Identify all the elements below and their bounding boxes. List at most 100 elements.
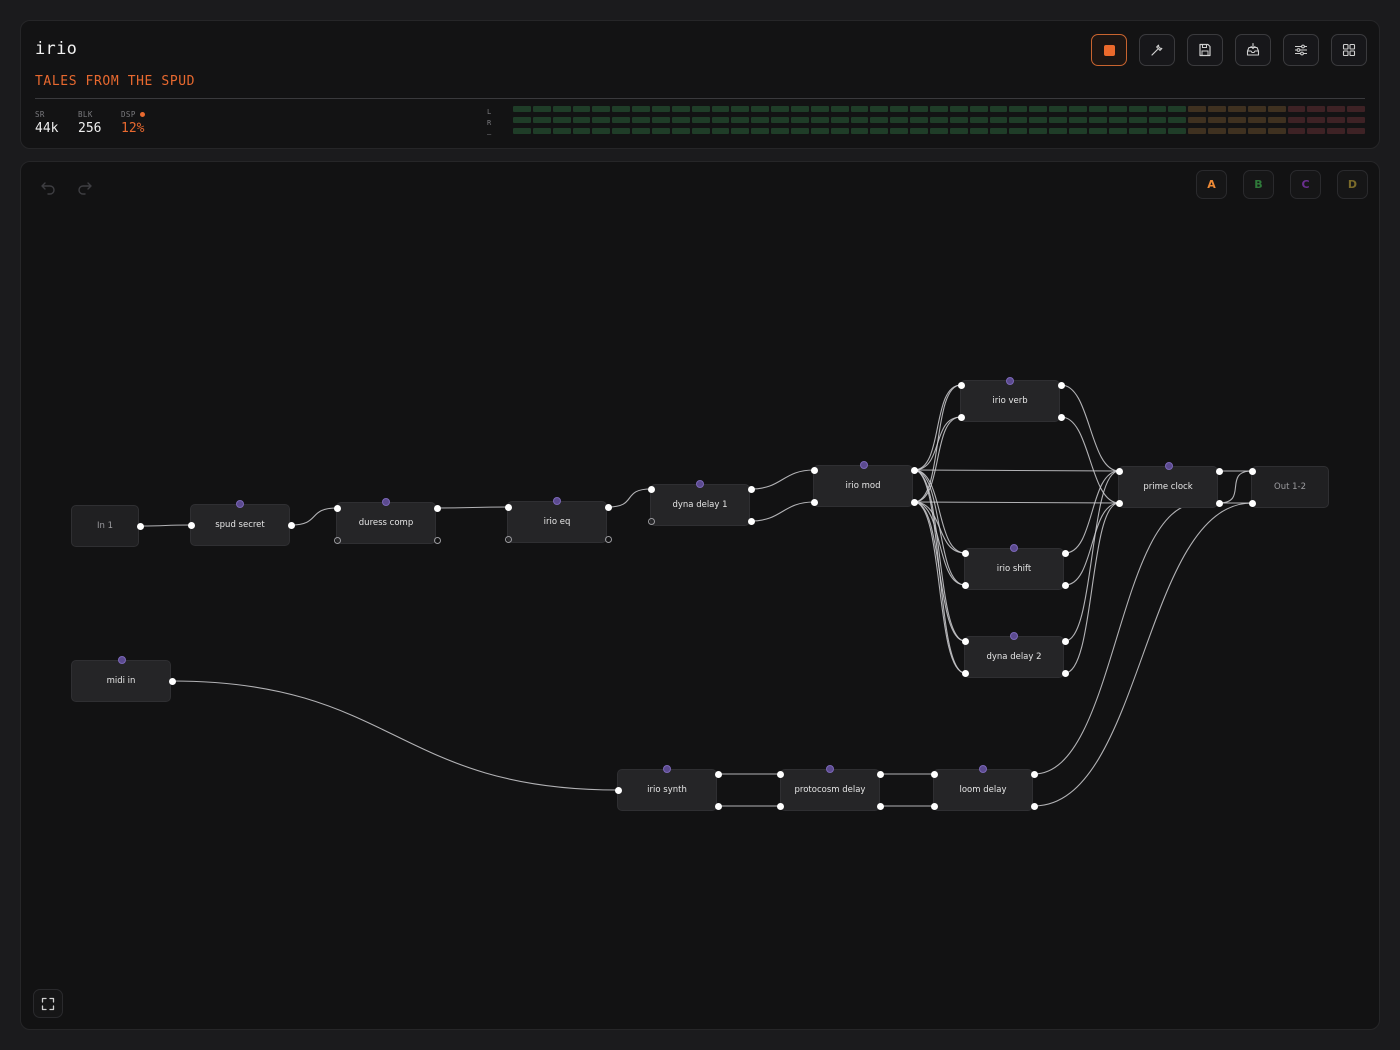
node-port[interactable] xyxy=(1061,637,1069,645)
node-port[interactable] xyxy=(876,770,884,778)
patch-cable[interactable] xyxy=(1064,502,1120,674)
patch-cable[interactable] xyxy=(913,501,1120,504)
undo-button[interactable] xyxy=(37,176,59,198)
node-port[interactable] xyxy=(776,770,784,778)
node-port[interactable] xyxy=(647,485,655,493)
modulation-port[interactable] xyxy=(1010,544,1018,552)
project-title[interactable]: TALES FROM THE SPUD xyxy=(35,74,195,89)
modulation-port[interactable] xyxy=(696,480,704,488)
node-in-1[interactable]: In 1 xyxy=(71,505,139,547)
node-port[interactable] xyxy=(930,770,938,778)
modulation-port[interactable] xyxy=(979,765,987,773)
scene-c-button[interactable]: C xyxy=(1290,170,1321,199)
node-port[interactable] xyxy=(1215,467,1223,475)
scene-b-button[interactable]: B xyxy=(1243,170,1274,199)
modulation-port[interactable] xyxy=(663,765,671,773)
patch-cable[interactable] xyxy=(1033,502,1253,807)
scene-a-button[interactable]: A xyxy=(1196,170,1227,199)
patch-cable[interactable] xyxy=(913,469,1120,472)
patch-cable[interactable] xyxy=(1064,470,1120,554)
modulation-port[interactable] xyxy=(236,500,244,508)
node-spud-secret[interactable]: spud secret xyxy=(190,504,290,546)
node-port[interactable] xyxy=(910,466,918,474)
patch-cable[interactable] xyxy=(436,506,509,509)
node-port[interactable] xyxy=(1115,499,1123,507)
save-button[interactable] xyxy=(1187,34,1223,66)
node-port[interactable] xyxy=(136,522,144,530)
node-port[interactable] xyxy=(747,485,755,493)
modulation-port[interactable] xyxy=(553,497,561,505)
patch-cable[interactable] xyxy=(1060,384,1120,472)
node-port[interactable] xyxy=(1057,381,1065,389)
node-port[interactable] xyxy=(1248,499,1256,507)
node-port[interactable] xyxy=(604,503,612,511)
fullscreen-button[interactable] xyxy=(33,989,63,1018)
node-port[interactable] xyxy=(957,413,965,421)
modulation-port[interactable] xyxy=(1165,462,1173,470)
patch-cable[interactable] xyxy=(1064,502,1120,586)
patch-cable[interactable] xyxy=(171,680,619,791)
node-prime-clock[interactable]: prime clock xyxy=(1118,466,1218,508)
stop-button[interactable] xyxy=(1091,34,1127,66)
node-port[interactable] xyxy=(1030,770,1038,778)
node-port[interactable] xyxy=(1061,549,1069,557)
patch-cable[interactable] xyxy=(913,469,966,642)
patch-cable[interactable] xyxy=(1060,416,1120,504)
node-port[interactable] xyxy=(961,637,969,645)
node-irio-shift[interactable]: irio shift xyxy=(964,548,1064,590)
modulation-port[interactable] xyxy=(860,461,868,469)
node-port[interactable] xyxy=(1215,499,1223,507)
wrench-button[interactable] xyxy=(1139,34,1175,66)
patch-cable[interactable] xyxy=(750,469,815,490)
node-irio-synth[interactable]: irio synth xyxy=(617,769,717,811)
node-irio-verb[interactable]: irio verb xyxy=(960,380,1060,422)
node-port-empty[interactable] xyxy=(333,536,341,544)
patch-cable[interactable] xyxy=(913,501,966,642)
node-port[interactable] xyxy=(810,466,818,474)
node-port[interactable] xyxy=(876,802,884,810)
node-dyna-delay-1[interactable]: dyna delay 1 xyxy=(650,484,750,526)
node-port[interactable] xyxy=(747,517,755,525)
node-port[interactable] xyxy=(930,802,938,810)
node-port[interactable] xyxy=(1057,413,1065,421)
node-port[interactable] xyxy=(714,802,722,810)
modulation-port[interactable] xyxy=(118,656,126,664)
modulation-port[interactable] xyxy=(1010,632,1018,640)
scene-d-button[interactable]: D xyxy=(1337,170,1368,199)
node-port[interactable] xyxy=(961,581,969,589)
node-port[interactable] xyxy=(1115,467,1123,475)
node-midi-in[interactable]: midi in xyxy=(71,660,171,702)
patch-cable[interactable] xyxy=(607,488,652,508)
node-protocosm-delay[interactable]: protocosm delay xyxy=(780,769,880,811)
node-port[interactable] xyxy=(614,786,622,794)
node-port-empty[interactable] xyxy=(433,536,441,544)
grid-button[interactable] xyxy=(1331,34,1367,66)
patch-cable[interactable] xyxy=(913,384,962,503)
patch-cable[interactable] xyxy=(1064,470,1120,642)
node-port[interactable] xyxy=(810,498,818,506)
node-port[interactable] xyxy=(287,521,295,529)
node-port[interactable] xyxy=(910,498,918,506)
settings-button[interactable] xyxy=(1283,34,1319,66)
patch-cable[interactable] xyxy=(750,501,815,522)
node-irio-mod[interactable]: irio mod xyxy=(813,465,913,507)
node-irio-eq[interactable]: irio eq xyxy=(507,501,607,543)
node-port[interactable] xyxy=(333,504,341,512)
node-duress-comp[interactable]: duress comp xyxy=(336,502,436,544)
redo-button[interactable] xyxy=(74,176,96,198)
node-port[interactable] xyxy=(714,770,722,778)
node-port[interactable] xyxy=(1061,581,1069,589)
node-port[interactable] xyxy=(1248,467,1256,475)
node-port-empty[interactable] xyxy=(504,535,512,543)
load-button[interactable] xyxy=(1235,34,1271,66)
node-port[interactable] xyxy=(187,521,195,529)
node-port[interactable] xyxy=(433,504,441,512)
modulation-port[interactable] xyxy=(382,498,390,506)
patch-cable[interactable] xyxy=(1218,470,1253,504)
patch-cable[interactable] xyxy=(913,469,966,554)
node-port-empty[interactable] xyxy=(647,517,655,525)
patch-canvas[interactable]: A B C D In 1 spud secret duress comp iri… xyxy=(20,161,1380,1030)
node-out-1-2[interactable]: Out 1-2 xyxy=(1251,466,1329,508)
modulation-port[interactable] xyxy=(1006,377,1014,385)
modulation-port[interactable] xyxy=(826,765,834,773)
